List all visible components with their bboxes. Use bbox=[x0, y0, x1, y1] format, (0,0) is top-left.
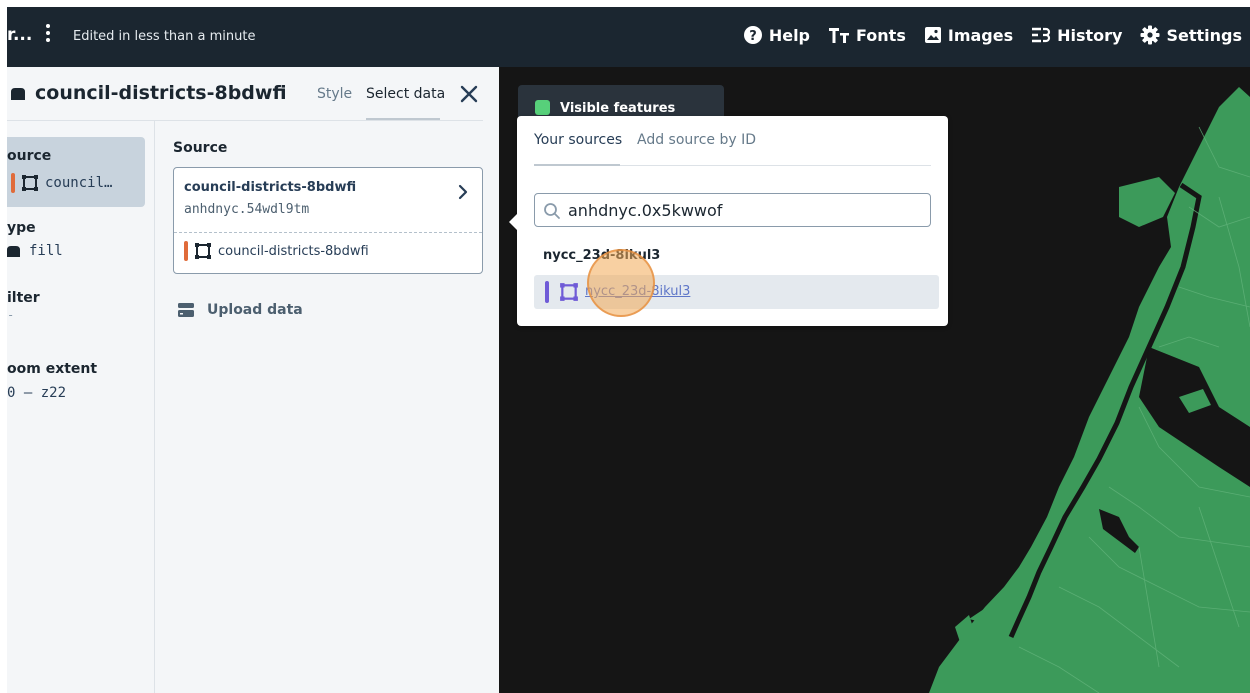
filter-property-label: ilter bbox=[7, 290, 40, 306]
close-icon[interactable] bbox=[458, 83, 480, 105]
left-margin bbox=[0, 0, 7, 693]
settings-button[interactable]: Settings bbox=[1140, 25, 1242, 45]
upload-data-label: Upload data bbox=[207, 302, 303, 318]
source-card[interactable]: council-districts-8bdwfi anhdnyc.54wdl9t… bbox=[173, 167, 483, 274]
source-value-text: council… bbox=[45, 175, 113, 191]
kebab-menu-icon[interactable] bbox=[45, 23, 51, 45]
visible-features-indicator bbox=[535, 100, 550, 115]
source-picker-popover: Your sources Add source by ID nycc_23d-8… bbox=[509, 116, 948, 326]
type-property-value[interactable]: fill bbox=[7, 243, 63, 259]
history-label: History bbox=[1057, 25, 1123, 45]
top-nav: ? Help Fonts Images History Settings bbox=[743, 25, 1242, 45]
zoom-extent-label: oom extent bbox=[7, 361, 98, 377]
source-search-box[interactable] bbox=[534, 193, 931, 227]
source-layer-name: council-districts-8bdwfi bbox=[218, 243, 369, 259]
tab-style[interactable]: Style bbox=[317, 86, 352, 102]
settings-label: Settings bbox=[1166, 25, 1242, 45]
upload-icon bbox=[178, 303, 194, 317]
upload-data-button[interactable]: Upload data bbox=[177, 302, 303, 318]
layer-panel: council-districts-8bdwfi Style Select da… bbox=[7, 67, 499, 693]
source-layer-item[interactable]: council-districts-8bdwfi bbox=[184, 241, 369, 261]
fill-layer-icon bbox=[11, 88, 25, 100]
tileset-name: council-districts-8bdwfi bbox=[184, 180, 357, 195]
polygon-icon bbox=[22, 175, 38, 191]
fonts-button[interactable]: Fonts bbox=[828, 25, 906, 45]
filter-property-value[interactable]: - bbox=[7, 308, 14, 322]
fonts-label: Fonts bbox=[856, 25, 906, 45]
tab-your-sources[interactable]: Your sources bbox=[534, 132, 622, 148]
search-icon bbox=[544, 203, 560, 219]
layer-title[interactable]: council-districts-8bdwfi bbox=[35, 82, 287, 104]
top-bar: r... Edited in less than a minute ? Help… bbox=[7, 7, 1250, 67]
active-tab-indicator bbox=[534, 164, 620, 166]
images-button[interactable]: Images bbox=[924, 25, 1013, 45]
layer-properties: ource council… ype fill ilter - oom exte… bbox=[7, 121, 155, 693]
tab-divider bbox=[620, 165, 931, 166]
type-value-text: fill bbox=[29, 243, 63, 259]
tab-select-data[interactable]: Select data bbox=[366, 86, 445, 102]
click-indicator bbox=[587, 249, 655, 317]
images-label: Images bbox=[947, 25, 1014, 45]
type-property-label: ype bbox=[7, 220, 36, 236]
tab-add-source-by-id[interactable]: Add source by ID bbox=[637, 132, 756, 148]
source-search-input[interactable] bbox=[568, 195, 924, 225]
fonts-icon bbox=[829, 28, 850, 43]
tileset-id: anhdnyc.54wdl9tm bbox=[184, 202, 310, 217]
orange-color-bar bbox=[11, 173, 15, 193]
help-label: Help bbox=[768, 25, 811, 45]
svg-text:?: ? bbox=[749, 29, 757, 44]
popover-arrow bbox=[509, 214, 517, 230]
polygon-icon bbox=[560, 283, 578, 301]
purple-color-bar bbox=[545, 281, 549, 303]
source-card-divider bbox=[174, 232, 482, 233]
history-icon bbox=[1032, 27, 1051, 43]
chevron-right-icon[interactable] bbox=[458, 184, 468, 200]
history-button[interactable]: History bbox=[1031, 25, 1122, 45]
source-heading: Source bbox=[173, 140, 228, 156]
zoom-extent-value[interactable]: 0 – z22 bbox=[7, 385, 66, 401]
visible-features-label: Visible features bbox=[560, 101, 676, 116]
images-icon bbox=[924, 27, 941, 43]
edited-status: Edited in less than a minute bbox=[73, 29, 256, 44]
orange-color-bar bbox=[184, 241, 188, 261]
polygon-icon bbox=[195, 243, 211, 259]
style-title[interactable]: r... bbox=[7, 25, 32, 45]
source-property-label: ource bbox=[7, 148, 52, 164]
help-icon: ? bbox=[743, 26, 762, 44]
help-button[interactable]: ? Help bbox=[743, 25, 810, 45]
top-margin bbox=[0, 0, 1250, 7]
fill-icon bbox=[7, 246, 20, 257]
source-property-value[interactable]: council… bbox=[11, 173, 112, 193]
settings-icon bbox=[1140, 25, 1160, 45]
